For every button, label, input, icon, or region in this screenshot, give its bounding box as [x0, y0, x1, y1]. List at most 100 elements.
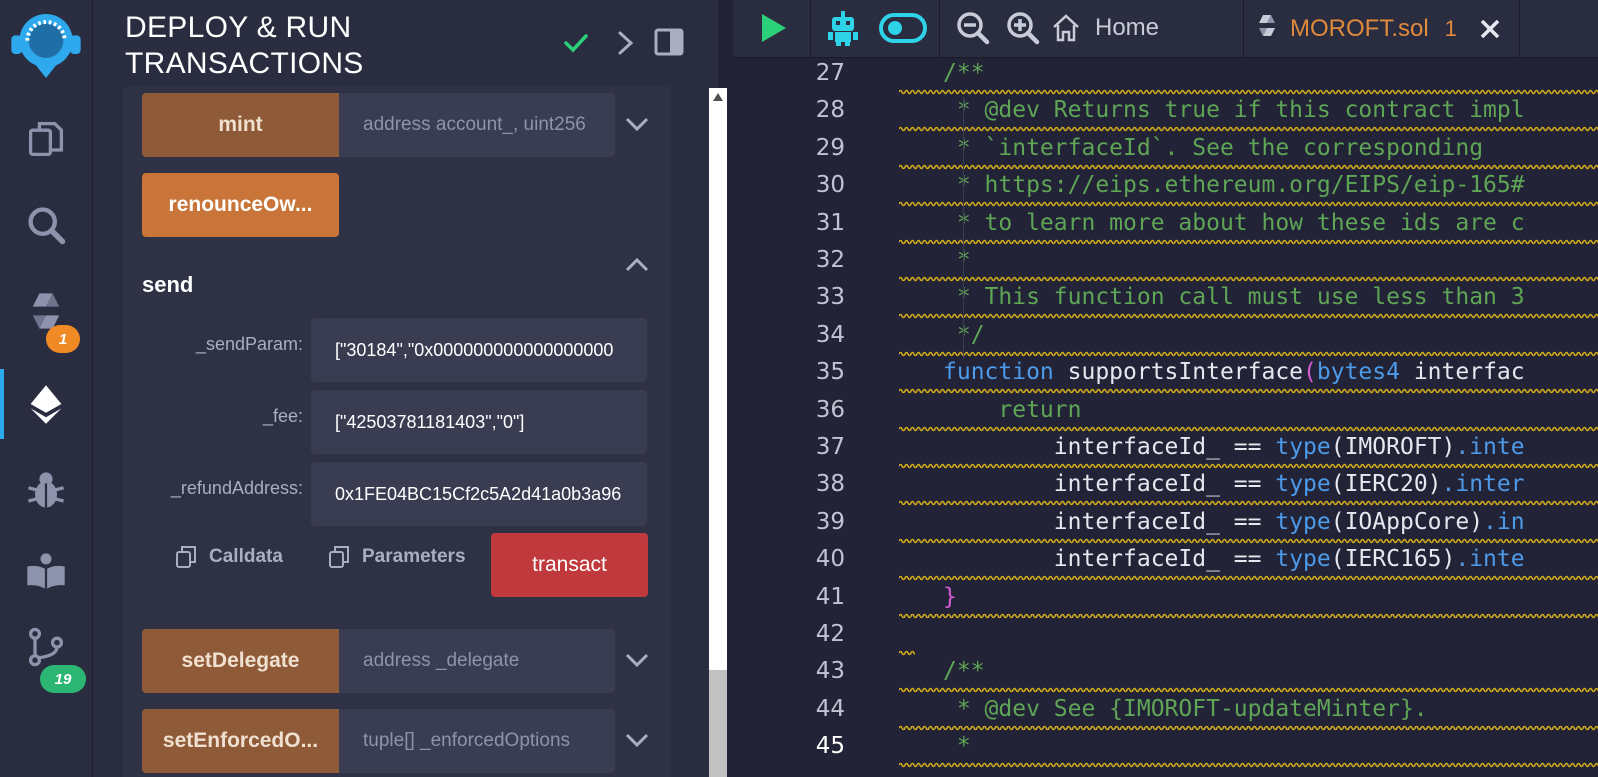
chevron-down-icon[interactable] — [622, 109, 652, 139]
param-label: _fee: — [262, 406, 303, 426]
home-tab[interactable]: Home — [1051, 8, 1201, 48]
line-number: 27 — [815, 60, 845, 86]
git-badge: 19 — [40, 665, 86, 693]
calldata-copy-button[interactable]: Calldata — [175, 545, 283, 569]
set-delegate-input[interactable]: address _delegate — [339, 629, 615, 693]
send-param-input[interactable]: ["30184","0x000000000000000000 — [311, 318, 647, 382]
warning-squiggle — [899, 650, 915, 656]
learneth-icon[interactable] — [0, 536, 92, 606]
refund-address-input[interactable]: 0x1FE04BC15Cf2c5A2d41a0b3a96 — [311, 462, 647, 526]
warning-squiggle — [899, 763, 1598, 768]
play-icon — [762, 14, 786, 42]
code-editor: Home MOROFT.sol 1 27 /** 28 * @dev Returns… — [733, 0, 1598, 777]
compiler-badge: 1 — [46, 325, 80, 353]
search-icon[interactable] — [0, 190, 92, 260]
warning-squiggle — [899, 314, 1598, 319]
run-script-button[interactable] — [753, 8, 793, 48]
warning-squiggle — [899, 725, 1598, 730]
warning-squiggle — [899, 127, 1598, 132]
warning-squiggle — [899, 501, 1598, 506]
chevron-down-icon[interactable] — [622, 725, 652, 755]
deploy-run-icon[interactable] — [0, 369, 92, 439]
line-number: 34 — [815, 321, 845, 348]
code-line: * @dev See {IMOROFT-updateMinter}. — [943, 695, 1428, 722]
code-line: interfaceId_ == type(IERC20).inter — [943, 471, 1525, 498]
line-number: 43 — [815, 658, 845, 685]
code-line: * https://eips.ethereum.org/EIPS/eip-165… — [943, 172, 1525, 199]
close-icon[interactable] — [1479, 18, 1501, 40]
zoom-out-icon — [957, 12, 990, 45]
file-tab-name: MOROFT.sol — [1290, 14, 1429, 42]
transact-button[interactable]: transact — [491, 533, 648, 597]
warning-squiggle — [899, 276, 1598, 282]
indent-guide — [963, 97, 964, 360]
chevron-up-icon[interactable] — [622, 250, 652, 280]
warning-squiggle — [899, 389, 1598, 394]
code-line: interfaceId_ == type(IERC165).inte — [943, 546, 1525, 573]
panel-toggle-icon[interactable] — [653, 26, 685, 58]
zoom-in-button[interactable] — [1003, 8, 1043, 48]
line-number: 33 — [815, 284, 845, 311]
chevron-right-icon[interactable] — [613, 28, 639, 58]
mint-button[interactable]: mint — [142, 93, 339, 157]
fee-input[interactable]: ["42503781181403","0"] — [311, 390, 647, 454]
mint-input[interactable]: address account_, uint256 — [339, 93, 615, 157]
warning-squiggle — [899, 613, 1598, 618]
warning-squiggle — [899, 688, 1598, 693]
line-number: 44 — [815, 695, 845, 722]
code-line: /** — [943, 60, 985, 86]
parameters-copy-button[interactable]: Parameters — [328, 545, 466, 569]
code-area[interactable]: 27 /** 28 * @dev Returns true if this cont… — [733, 58, 1598, 777]
scroll-up-arrow-icon[interactable] — [709, 88, 727, 106]
file-tab-moroft[interactable]: MOROFT.sol 1 — [1244, 0, 1519, 57]
renounce-ownership-button[interactable]: renounceOw... — [142, 173, 339, 237]
code-line: * This function call must use less than … — [943, 284, 1525, 311]
warning-squiggle — [899, 351, 1598, 356]
code-line: function supportsInterface(bytes4 interf… — [943, 359, 1525, 386]
chevron-down-icon[interactable] — [622, 645, 652, 675]
set-delegate-button[interactable]: setDelegate — [142, 629, 339, 693]
line-number: 35 — [815, 359, 845, 386]
set-enforced-options-button[interactable]: setEnforcedO... — [142, 709, 339, 773]
code-line: * @dev Returns true if this contract imp… — [943, 97, 1525, 124]
line-number: 37 — [815, 434, 845, 460]
editor-toolbar: Home MOROFT.sol 1 — [733, 0, 1598, 58]
copy-icon — [176, 546, 196, 568]
panel-header: DEPLOY & RUN TRANSACTIONS — [93, 0, 718, 86]
warning-squiggle — [899, 538, 1598, 543]
scrollbar-thumb[interactable] — [709, 670, 727, 777]
code-line: interfaceId_ == type(IMOROFT).inte — [943, 434, 1525, 460]
line-number: 36 — [815, 396, 845, 423]
warning-squiggle — [899, 164, 1598, 169]
code-line: interfaceId_ == type(IOAppCore).in — [943, 508, 1525, 535]
line-number: 41 — [815, 583, 845, 610]
warning-squiggle — [899, 463, 1598, 469]
line-number: 39 — [815, 508, 845, 535]
ai-toggle[interactable] — [877, 10, 929, 46]
remix-logo-icon[interactable] — [0, 6, 92, 86]
line-number: 29 — [815, 134, 845, 161]
line-number: 30 — [815, 172, 845, 199]
code-line: * `interfaceId`. See the corresponding — [943, 134, 1484, 161]
contract-functions-list: mint address account_, uint256 renounceO… — [123, 87, 671, 777]
toggle-icon — [879, 13, 927, 43]
copy-icon — [329, 546, 349, 568]
line-number: 31 — [815, 209, 845, 236]
warning-squiggle — [899, 89, 1598, 95]
warning-squiggle — [899, 426, 1598, 431]
debugger-icon[interactable] — [0, 455, 92, 525]
deploy-run-panel: DEPLOY & RUN TRANSACTIONS mint address a… — [93, 0, 727, 777]
line-number: 32 — [815, 247, 845, 273]
solidity-file-icon — [1259, 14, 1275, 36]
check-icon[interactable] — [561, 28, 591, 58]
file-explorer-icon[interactable] — [0, 104, 92, 174]
line-number: 28 — [815, 97, 845, 124]
ai-assistant-button[interactable] — [821, 8, 865, 48]
set-enforced-options-input[interactable]: tuple[] _enforcedOptions — [339, 709, 615, 773]
panel-title: DEPLOY & RUN TRANSACTIONS — [125, 11, 364, 80]
line-number: 42 — [815, 621, 845, 647]
line-number: 45 — [815, 733, 845, 760]
zoom-out-button[interactable] — [953, 8, 993, 48]
zoom-in-icon — [1007, 12, 1040, 45]
icon-rail: 1 19 — [0, 0, 93, 777]
